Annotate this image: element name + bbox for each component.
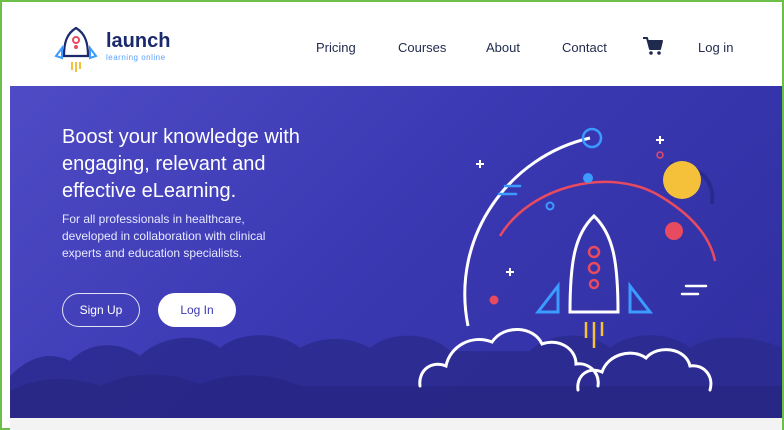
subtext-line-1: For all professionals in healthcare, bbox=[62, 212, 245, 226]
sign-up-button[interactable]: Sign Up bbox=[62, 293, 140, 327]
logo-tagline: learning online bbox=[106, 53, 166, 62]
log-in-button[interactable]: Log In bbox=[158, 293, 236, 327]
sun-icon bbox=[663, 161, 701, 199]
red-dot bbox=[489, 295, 499, 305]
red-planet bbox=[665, 222, 683, 240]
shopping-cart-icon[interactable] bbox=[642, 36, 664, 56]
sparkle-icons bbox=[476, 136, 664, 276]
content-band bbox=[10, 418, 782, 430]
nav-courses[interactable]: Courses bbox=[398, 40, 446, 55]
logo-wordmark: launch bbox=[106, 30, 171, 52]
headline-line-1: Boost your knowledge with bbox=[62, 126, 300, 148]
small-blue-ring bbox=[545, 201, 555, 211]
nav-about[interactable]: About bbox=[486, 40, 520, 55]
subtext-line-3: experts and education specialists. bbox=[62, 246, 243, 260]
headline-line-3: effective eLearning. bbox=[62, 180, 237, 202]
speed-lines-right bbox=[680, 284, 708, 296]
site-header: launch learning online Pricing Courses A… bbox=[10, 8, 782, 86]
hero-subtext: For all professionals in healthcare, dev… bbox=[62, 211, 362, 262]
hero-banner: Boost your knowledge with engaging, rele… bbox=[10, 86, 782, 418]
rocket-logo-icon bbox=[54, 26, 98, 72]
subtext-line-2: developed in collaboration with clinical bbox=[62, 229, 266, 243]
rocket-icon bbox=[534, 213, 654, 348]
hero-headline: Boost your knowledge with engaging, rele… bbox=[62, 124, 382, 205]
nav-contact[interactable]: Contact bbox=[562, 40, 607, 55]
headline-line-2: engaging, relevant and bbox=[62, 153, 266, 175]
small-red-ring bbox=[656, 151, 664, 159]
logo[interactable]: launch learning online bbox=[48, 22, 198, 78]
nav-pricing[interactable]: Pricing bbox=[316, 40, 356, 55]
nav-login[interactable]: Log in bbox=[698, 40, 733, 55]
blue-dot bbox=[583, 173, 593, 183]
